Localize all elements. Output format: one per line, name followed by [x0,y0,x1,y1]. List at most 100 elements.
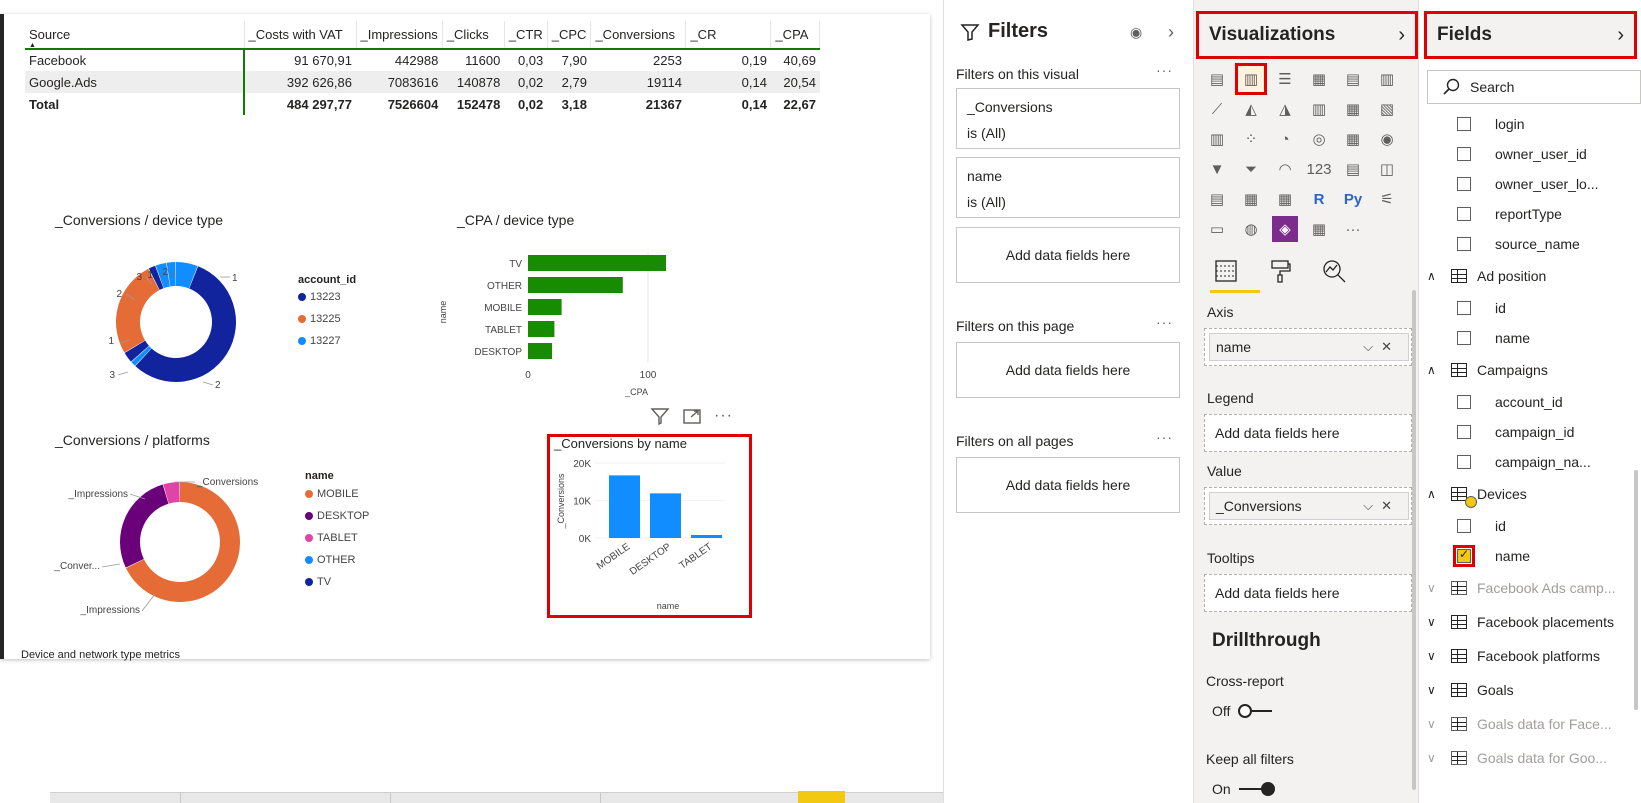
visual-type-icon[interactable]: ··· [1340,216,1366,242]
clustered-column-chart-icon[interactable]: ▥ [1235,63,1267,95]
value-well[interactable]: _Conversions ⌵✕ [1204,487,1412,525]
visual-type-icon[interactable]: ▦ [1272,186,1298,212]
field-table-item[interactable]: ∨ Facebook placements [1427,614,1614,630]
visualizations-header[interactable]: Visualizations › [1196,11,1418,59]
column-header-conversions[interactable]: _Conversions [590,21,687,50]
legend-item[interactable]: TABLET [305,532,358,544]
analytics-magnifier-icon[interactable] [1318,255,1350,287]
field-item[interactable]: account_id [1457,394,1563,410]
field-table-item[interactable]: ∨ Goals [1427,682,1514,698]
filter-icon[interactable] [650,407,670,425]
table-row[interactable]: Google.Ads 392 626,86 7083616 140878 0,02 2,7… [25,71,820,93]
chevron-up-icon[interactable]: ∧ [1427,363,1441,377]
column-header-ctr[interactable]: _CTR [504,21,548,50]
field-table-item[interactable]: ∨ Facebook Ads camp... [1427,580,1616,596]
field-pill-controls-icon[interactable]: ⌵✕ [1363,498,1400,514]
field-item[interactable]: name [1457,330,1530,346]
filter-card-name[interactable]: name is (All) [956,157,1180,218]
visual-type-icon[interactable]: ▤ [1340,156,1366,182]
collapse-filters-chevron-icon[interactable]: › [1168,22,1174,43]
visual-type-icon[interactable]: ⏷ [1238,156,1264,182]
filters-all-more-icon[interactable]: ··· [1156,429,1173,445]
checkbox-icon[interactable] [1457,519,1471,533]
report-page[interactable]: Source _Costs with VAT _Impressions _Cli… [0,14,930,661]
column-header-cpc[interactable]: _CPC [547,21,592,50]
field-table-item[interactable]: ∨ Facebook platforms [1427,648,1600,664]
cpa-bar[interactable] [528,299,562,315]
cpa-bar[interactable] [528,321,555,337]
checkbox-icon[interactable] [1457,331,1471,345]
source-metrics-table[interactable]: Source _Costs with VAT _Impressions _Cli… [25,21,821,115]
format-paint-roller-icon[interactable] [1264,255,1296,287]
field-pill-controls-icon[interactable]: ⌵✕ [1363,339,1400,355]
tooltips-well[interactable]: Add data fields here [1204,574,1412,612]
chevron-down-icon[interactable]: ∨ [1427,751,1441,765]
column-header-impressions[interactable]: _Impressions [356,21,443,50]
visual-type-icon[interactable]: ◫ [1374,156,1400,182]
visual-type-icon[interactable]: ▥ [1374,66,1400,92]
active-page-tab[interactable] [798,791,845,803]
add-visual-filter-field[interactable]: Add data fields here [956,227,1180,283]
checkbox-icon[interactable] [1457,237,1471,251]
keep-filters-toggle[interactable]: On [1212,781,1275,797]
field-item[interactable]: reportType [1457,206,1562,222]
legend-item[interactable]: OTHER [305,554,356,566]
axis-field-pill[interactable]: name ⌵✕ [1209,333,1409,361]
filters-page-more-icon[interactable]: ··· [1156,314,1173,330]
legend-item[interactable]: 13223 [298,291,341,303]
visual-type-icon[interactable]: 123 [1306,156,1332,182]
more-options-icon[interactable]: ··· [714,407,733,425]
visual-type-icon[interactable]: ◔ [1272,126,1298,152]
chevron-down-icon[interactable]: ∨ [1427,581,1441,595]
visual-type-icon[interactable]: R [1306,186,1332,212]
column-header-source[interactable]: Source [25,21,245,50]
visual-type-icon[interactable]: ◮ [1272,96,1298,122]
field-item[interactable]: login [1457,116,1525,132]
chevron-up-icon[interactable]: ∧ [1427,269,1441,283]
visual-type-icon[interactable]: ▭ [1204,216,1230,242]
chevron-down-icon[interactable]: ∨ [1427,615,1441,629]
field-item[interactable]: name [1453,545,1530,567]
field-table-item[interactable]: ∨ Goals data for Goo... [1427,750,1607,766]
legend-item[interactable]: MOBILE [305,488,359,500]
field-item[interactable]: campaign_id [1457,424,1574,440]
field-table-item[interactable]: ∧ Campaigns [1427,362,1548,378]
visual-type-icon[interactable]: ▦ [1306,66,1332,92]
checked-checkbox-icon[interactable] [1453,545,1475,567]
field-item[interactable]: campaign_na... [1457,454,1591,470]
visual-type-icon[interactable]: ▤ [1340,66,1366,92]
visual-type-icon[interactable]: ▼ [1204,156,1230,182]
visual-type-icon[interactable]: ▤ [1204,66,1230,92]
cross-report-toggle[interactable]: Off [1212,703,1273,719]
visual-type-icon[interactable]: ⁘ [1238,126,1264,152]
checkbox-icon[interactable] [1457,395,1471,409]
field-table-item[interactable]: ∨ Goals data for Face... [1427,716,1612,732]
visual-type-icon[interactable]: ◭ [1238,96,1264,122]
fields-header[interactable]: Fields › [1424,11,1637,59]
checkbox-icon[interactable] [1457,207,1471,221]
cpa-bar-chart[interactable]: TV OTHER MOBILE TABLET DESKTOP 0 100 _CPA name [438,244,700,404]
fields-wells-icon[interactable] [1210,255,1242,287]
conversions-bar-chart[interactable]: 0K 10K 20K MOBILEDESKTOP TABLET name _Conversi… [550,451,750,616]
legend-well[interactable]: Add data fields here [1204,414,1412,452]
visual-type-icon[interactable]: ◈ [1272,216,1298,242]
chevron-down-icon[interactable]: ∨ [1427,649,1441,663]
field-table-item[interactable]: ∧ Devices [1427,486,1527,508]
add-page-filter-field[interactable]: Add data fields here [956,342,1180,398]
add-all-pages-filter-field[interactable]: Add data fields here [956,457,1180,513]
chevron-down-icon[interactable]: ∨ [1427,717,1441,731]
field-item[interactable]: owner_user_lo... [1457,176,1599,192]
cpa-bar[interactable] [528,277,623,293]
viz-pane-scrollbar[interactable] [1412,290,1416,790]
visual-type-icon[interactable]: ▦ [1238,186,1264,212]
legend-item[interactable]: 13227 [298,335,341,347]
visual-type-icon[interactable]: ▦ [1340,126,1366,152]
visual-type-icon[interactable]: ⚟ [1374,186,1400,212]
fields-search-input[interactable]: Search [1427,70,1641,104]
checkbox-icon[interactable] [1457,455,1471,469]
visual-type-icon[interactable]: ▤ [1204,186,1230,212]
column-header-clicks[interactable]: _Clicks [442,21,505,50]
filter-card-conversions[interactable]: _Conversions is (All) [956,88,1180,149]
conversions-bar[interactable] [609,475,640,538]
field-item[interactable]: id [1457,518,1506,534]
